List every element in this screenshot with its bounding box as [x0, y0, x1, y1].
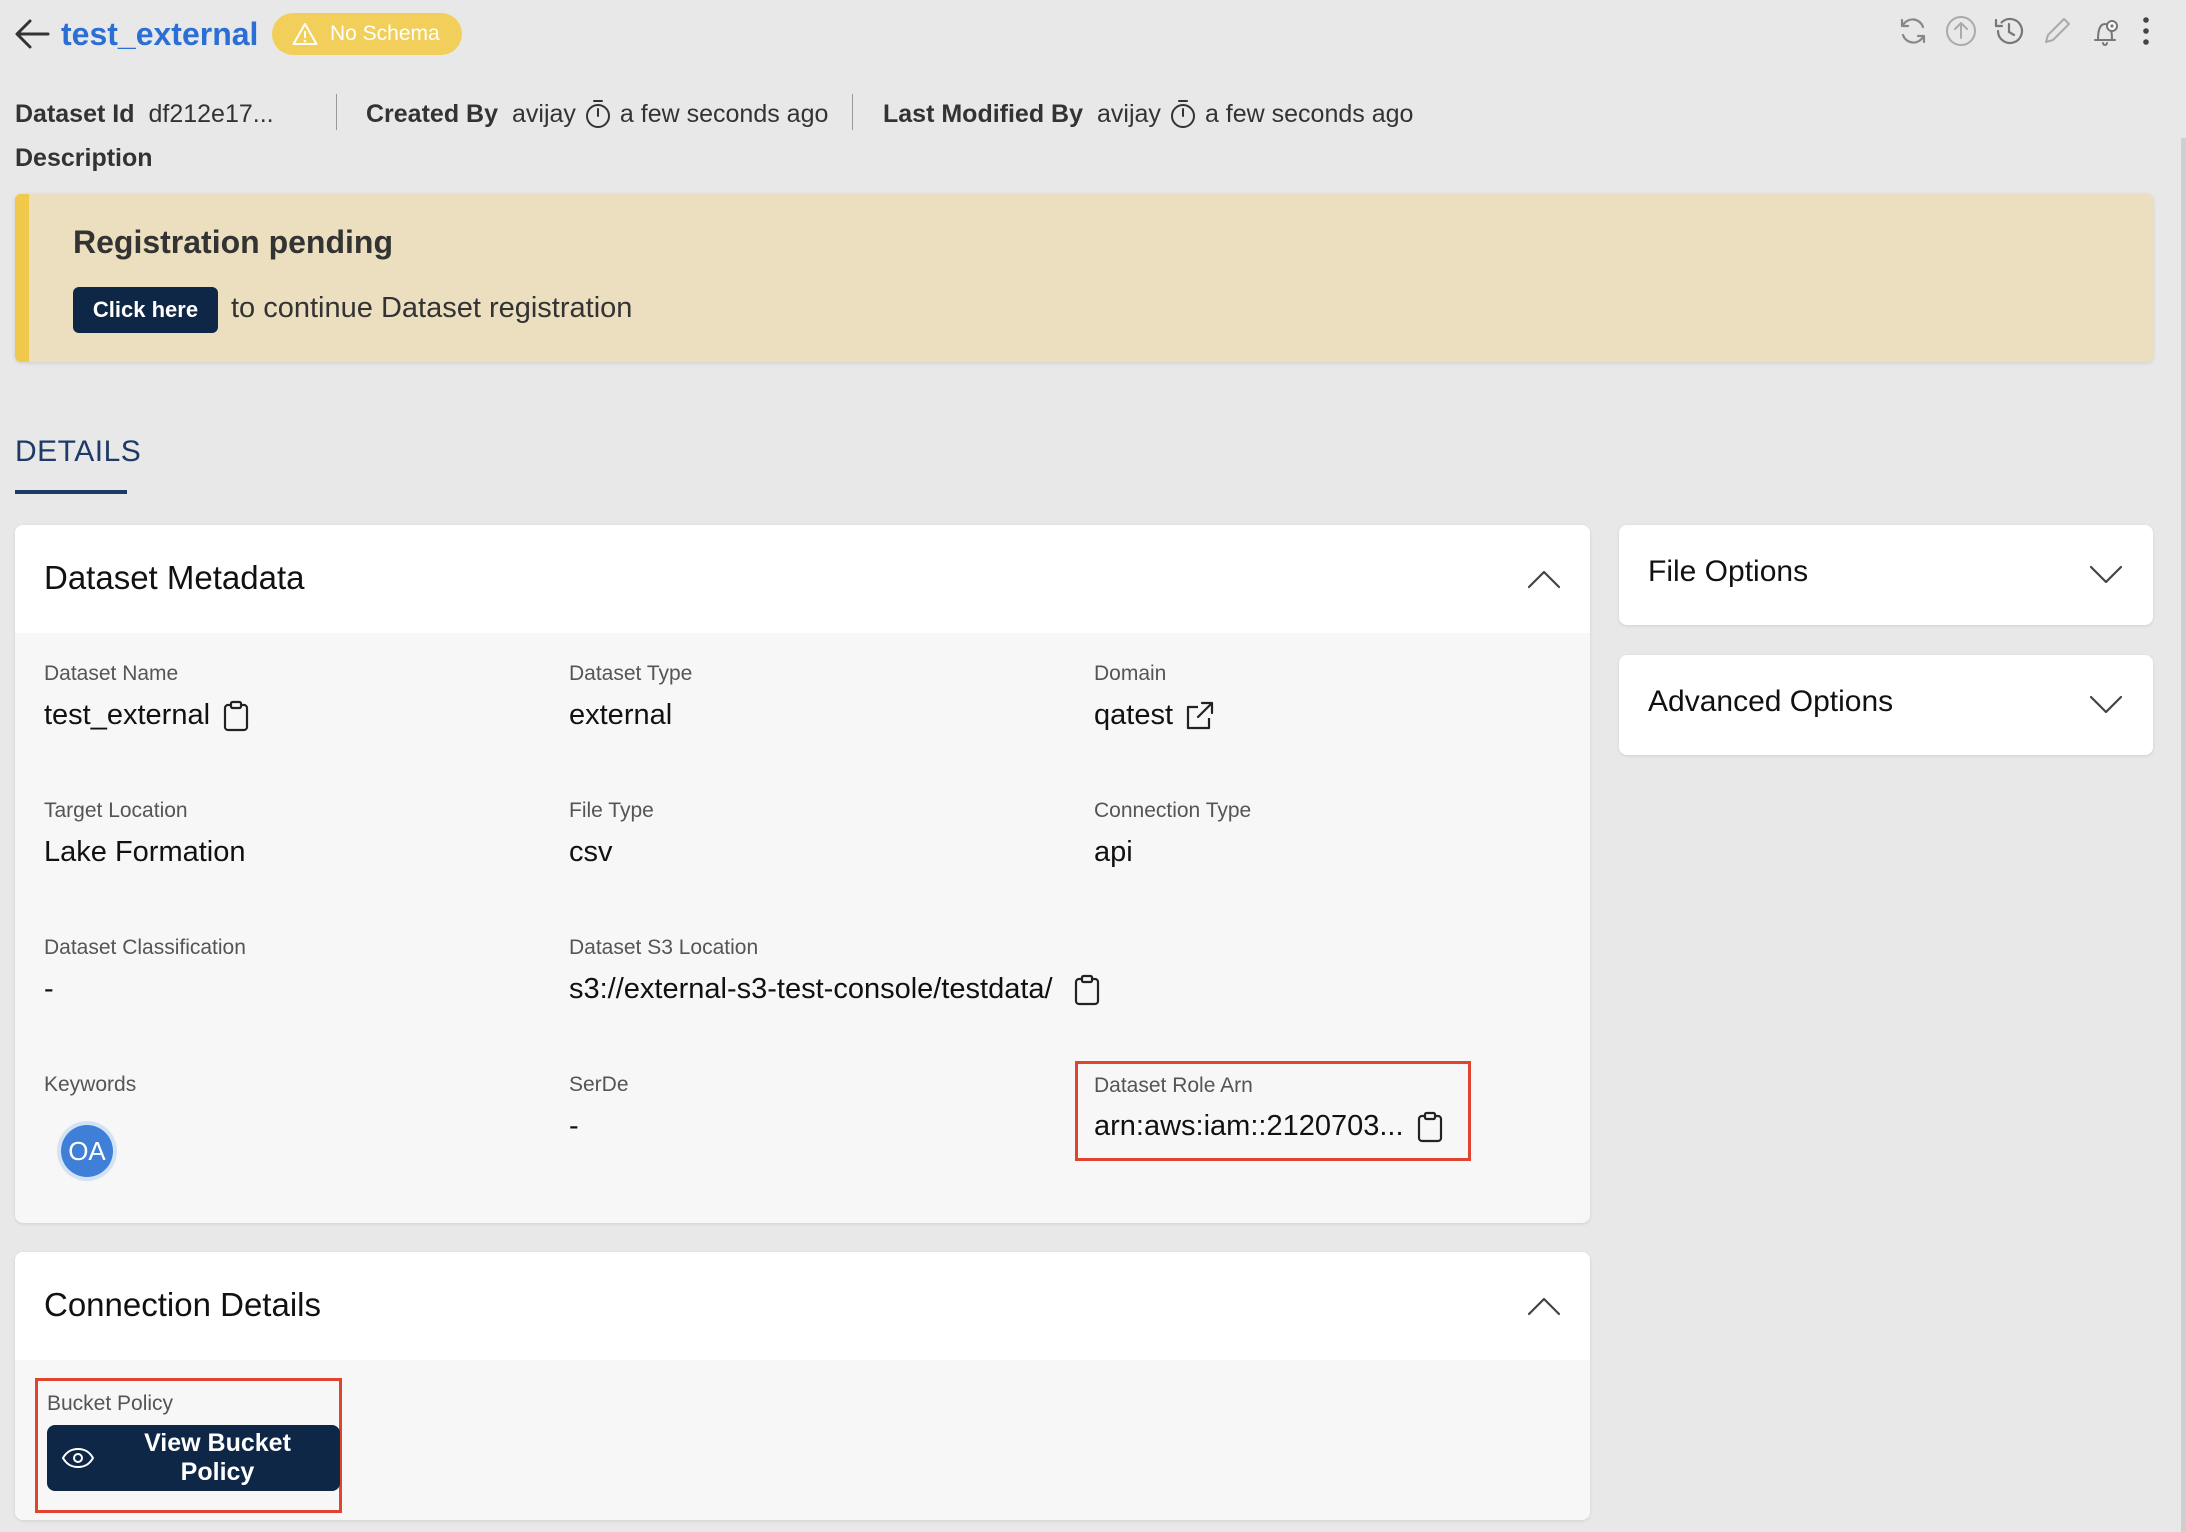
chevron-down-icon[interactable]: [2089, 695, 2123, 715]
history-icon[interactable]: [1992, 14, 2026, 48]
s3-location-field: s3://external-s3-test-console/testdata/: [569, 973, 1101, 1006]
created-by-user: avijay: [512, 99, 576, 128]
divider: [852, 94, 853, 130]
created-by: Created By avijay a few seconds ago: [366, 94, 828, 134]
upload-icon[interactable]: [1944, 14, 1978, 48]
edit-icon[interactable]: [2040, 14, 2074, 48]
clipboard-icon[interactable]: [222, 700, 250, 732]
connection-type-value: api: [1094, 836, 1133, 868]
domain-field: qatest: [1094, 699, 1214, 732]
dataset-name-field: test_external: [44, 699, 250, 732]
badge-label: No Schema: [330, 22, 440, 45]
role-arn-field: arn:aws:iam::2120703...: [1094, 1110, 1444, 1143]
keywords-label: Keywords: [44, 1073, 137, 1096]
bucket-policy-label: Bucket Policy: [47, 1392, 174, 1415]
clipboard-icon[interactable]: [1416, 1111, 1444, 1143]
s3-location-value: s3://external-s3-test-console/testdata/: [569, 973, 1053, 1005]
metadata-header[interactable]: Dataset Metadata: [15, 525, 1590, 633]
divider: [336, 94, 337, 130]
connection-title: Connection Details: [44, 1286, 321, 1323]
banner-title: Registration pending: [73, 224, 393, 260]
domain-value[interactable]: qatest: [1094, 699, 1173, 732]
eye-icon: [61, 1447, 95, 1469]
view-bucket-policy-label: View Bucket Policy: [144, 1429, 291, 1486]
warning-icon: [292, 22, 318, 46]
chevron-up-icon[interactable]: [1527, 1296, 1561, 1316]
tab-details[interactable]: DETAILS: [15, 435, 141, 469]
modified-by: Last Modified By avijay a few seconds ag…: [883, 94, 1413, 134]
registration-banner: Registration pending Click here to conti…: [15, 194, 2153, 362]
scrollbar[interactable]: [2181, 138, 2186, 1532]
refresh-icon[interactable]: [1896, 14, 1930, 48]
dataset-metadata-card: Dataset Metadata Dataset Name test_exter…: [15, 525, 1590, 1223]
dataset-title: test_external: [61, 16, 259, 52]
bucket-policy-highlight: Bucket Policy View Bucket Policy: [35, 1378, 342, 1513]
file-options-title: File Options: [1648, 555, 1809, 588]
click-here-button[interactable]: Click here: [73, 287, 218, 333]
dataset-id-label: Dataset Id: [15, 99, 135, 128]
connection-details-card: Connection Details Bucket Policy View Bu…: [15, 1252, 1590, 1520]
dataset-name-value: test_external: [44, 699, 211, 731]
dataset-id: Dataset Id df212e17...: [15, 94, 274, 134]
file-type-value: csv: [569, 836, 613, 868]
role-arn-highlight: Dataset Role Arn arn:aws:iam::2120703...: [1075, 1061, 1471, 1161]
more-icon[interactable]: [2136, 14, 2156, 48]
advanced-options-card[interactable]: Advanced Options: [1619, 655, 2153, 755]
chevron-up-icon[interactable]: [1527, 569, 1561, 589]
s3-location-label: Dataset S3 Location: [569, 936, 759, 959]
serde-value: -: [569, 1110, 579, 1142]
timer-icon: [1169, 99, 1197, 129]
file-type-label: File Type: [569, 799, 654, 822]
external-link-icon[interactable]: [1185, 700, 1214, 732]
dataset-name-label: Dataset Name: [44, 662, 179, 685]
file-options-card[interactable]: File Options: [1619, 525, 2153, 625]
role-arn-label: Dataset Role Arn: [1094, 1074, 1253, 1097]
serde-label: SerDe: [569, 1073, 629, 1096]
modified-by-label: Last Modified By: [883, 99, 1084, 128]
modified-by-user: avijay: [1097, 99, 1161, 128]
domain-label: Domain: [1094, 662, 1167, 685]
classification-value: -: [44, 973, 54, 1005]
dataset-type-value: external: [569, 699, 673, 731]
metadata-title: Dataset Metadata: [44, 559, 305, 596]
dataset-id-value: df212e17...: [148, 99, 274, 128]
advanced-options-title: Advanced Options: [1648, 685, 1894, 718]
settings-icon[interactable]: [2088, 14, 2122, 48]
target-location-value: Lake Formation: [44, 836, 246, 868]
chevron-down-icon[interactable]: [2089, 565, 2123, 585]
banner-text: to continue Dataset registration: [231, 292, 633, 324]
created-by-label: Created By: [366, 99, 498, 128]
description-label: Description: [15, 144, 153, 172]
classification-label: Dataset Classification: [44, 936, 246, 959]
created-time: a few seconds ago: [619, 99, 829, 128]
clipboard-icon[interactable]: [1073, 974, 1101, 1006]
modified-time: a few seconds ago: [1204, 99, 1414, 128]
dataset-type-label: Dataset Type: [569, 662, 693, 685]
toolbar: [1896, 14, 2156, 48]
target-location-label: Target Location: [44, 799, 188, 822]
connection-header[interactable]: Connection Details: [15, 1252, 1590, 1360]
timer-icon: [584, 99, 612, 129]
tab-indicator: [15, 490, 127, 494]
keyword-avatar[interactable]: OA: [61, 1125, 113, 1177]
back-arrow-icon[interactable]: [12, 14, 52, 54]
role-arn-value: arn:aws:iam::2120703...: [1094, 1110, 1404, 1142]
view-bucket-policy-button[interactable]: View Bucket Policy: [47, 1425, 340, 1491]
status-badge: No Schema: [272, 13, 462, 55]
connection-type-label: Connection Type: [1094, 799, 1252, 822]
